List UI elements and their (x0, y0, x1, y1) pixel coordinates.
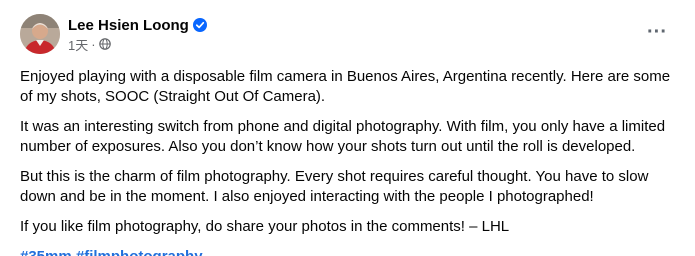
post-meta: 1天 · (68, 35, 207, 53)
post-body: Enjoyed playing with a disposable film c… (20, 67, 680, 256)
hashtag-list: #35mm #filmphotography (20, 247, 680, 256)
hashtag-link[interactable]: #35mm (20, 248, 72, 256)
hashtag-link[interactable]: #filmphotography (76, 248, 203, 256)
post-timestamp[interactable]: 1天 (68, 35, 88, 54)
post-paragraph: Enjoyed playing with a disposable film c… (20, 68, 671, 105)
post-paragraph: But this is the charm of film photograph… (20, 168, 649, 205)
avatar[interactable] (20, 14, 60, 54)
post-paragraph: If you like film photography, do share y… (20, 218, 510, 235)
post-header: Lee Hsien Loong 1天 · (20, 12, 207, 56)
facebook-post: Lee Hsien Loong 1天 · ··· Enjoyed playing… (0, 0, 695, 256)
globe-icon[interactable] (98, 38, 111, 50)
verified-badge-icon (192, 18, 207, 32)
meta-separator: · (91, 36, 96, 52)
person-avatar-icon (20, 14, 60, 54)
author-block: Lee Hsien Loong 1天 · (68, 15, 207, 53)
more-options-button[interactable]: ··· (639, 18, 675, 46)
post-paragraph: It was an interesting switch from phone … (20, 118, 666, 155)
author-name[interactable]: Lee Hsien Loong (68, 17, 189, 34)
author-row: Lee Hsien Loong (68, 15, 207, 35)
more-options-icon: ··· (647, 21, 667, 43)
